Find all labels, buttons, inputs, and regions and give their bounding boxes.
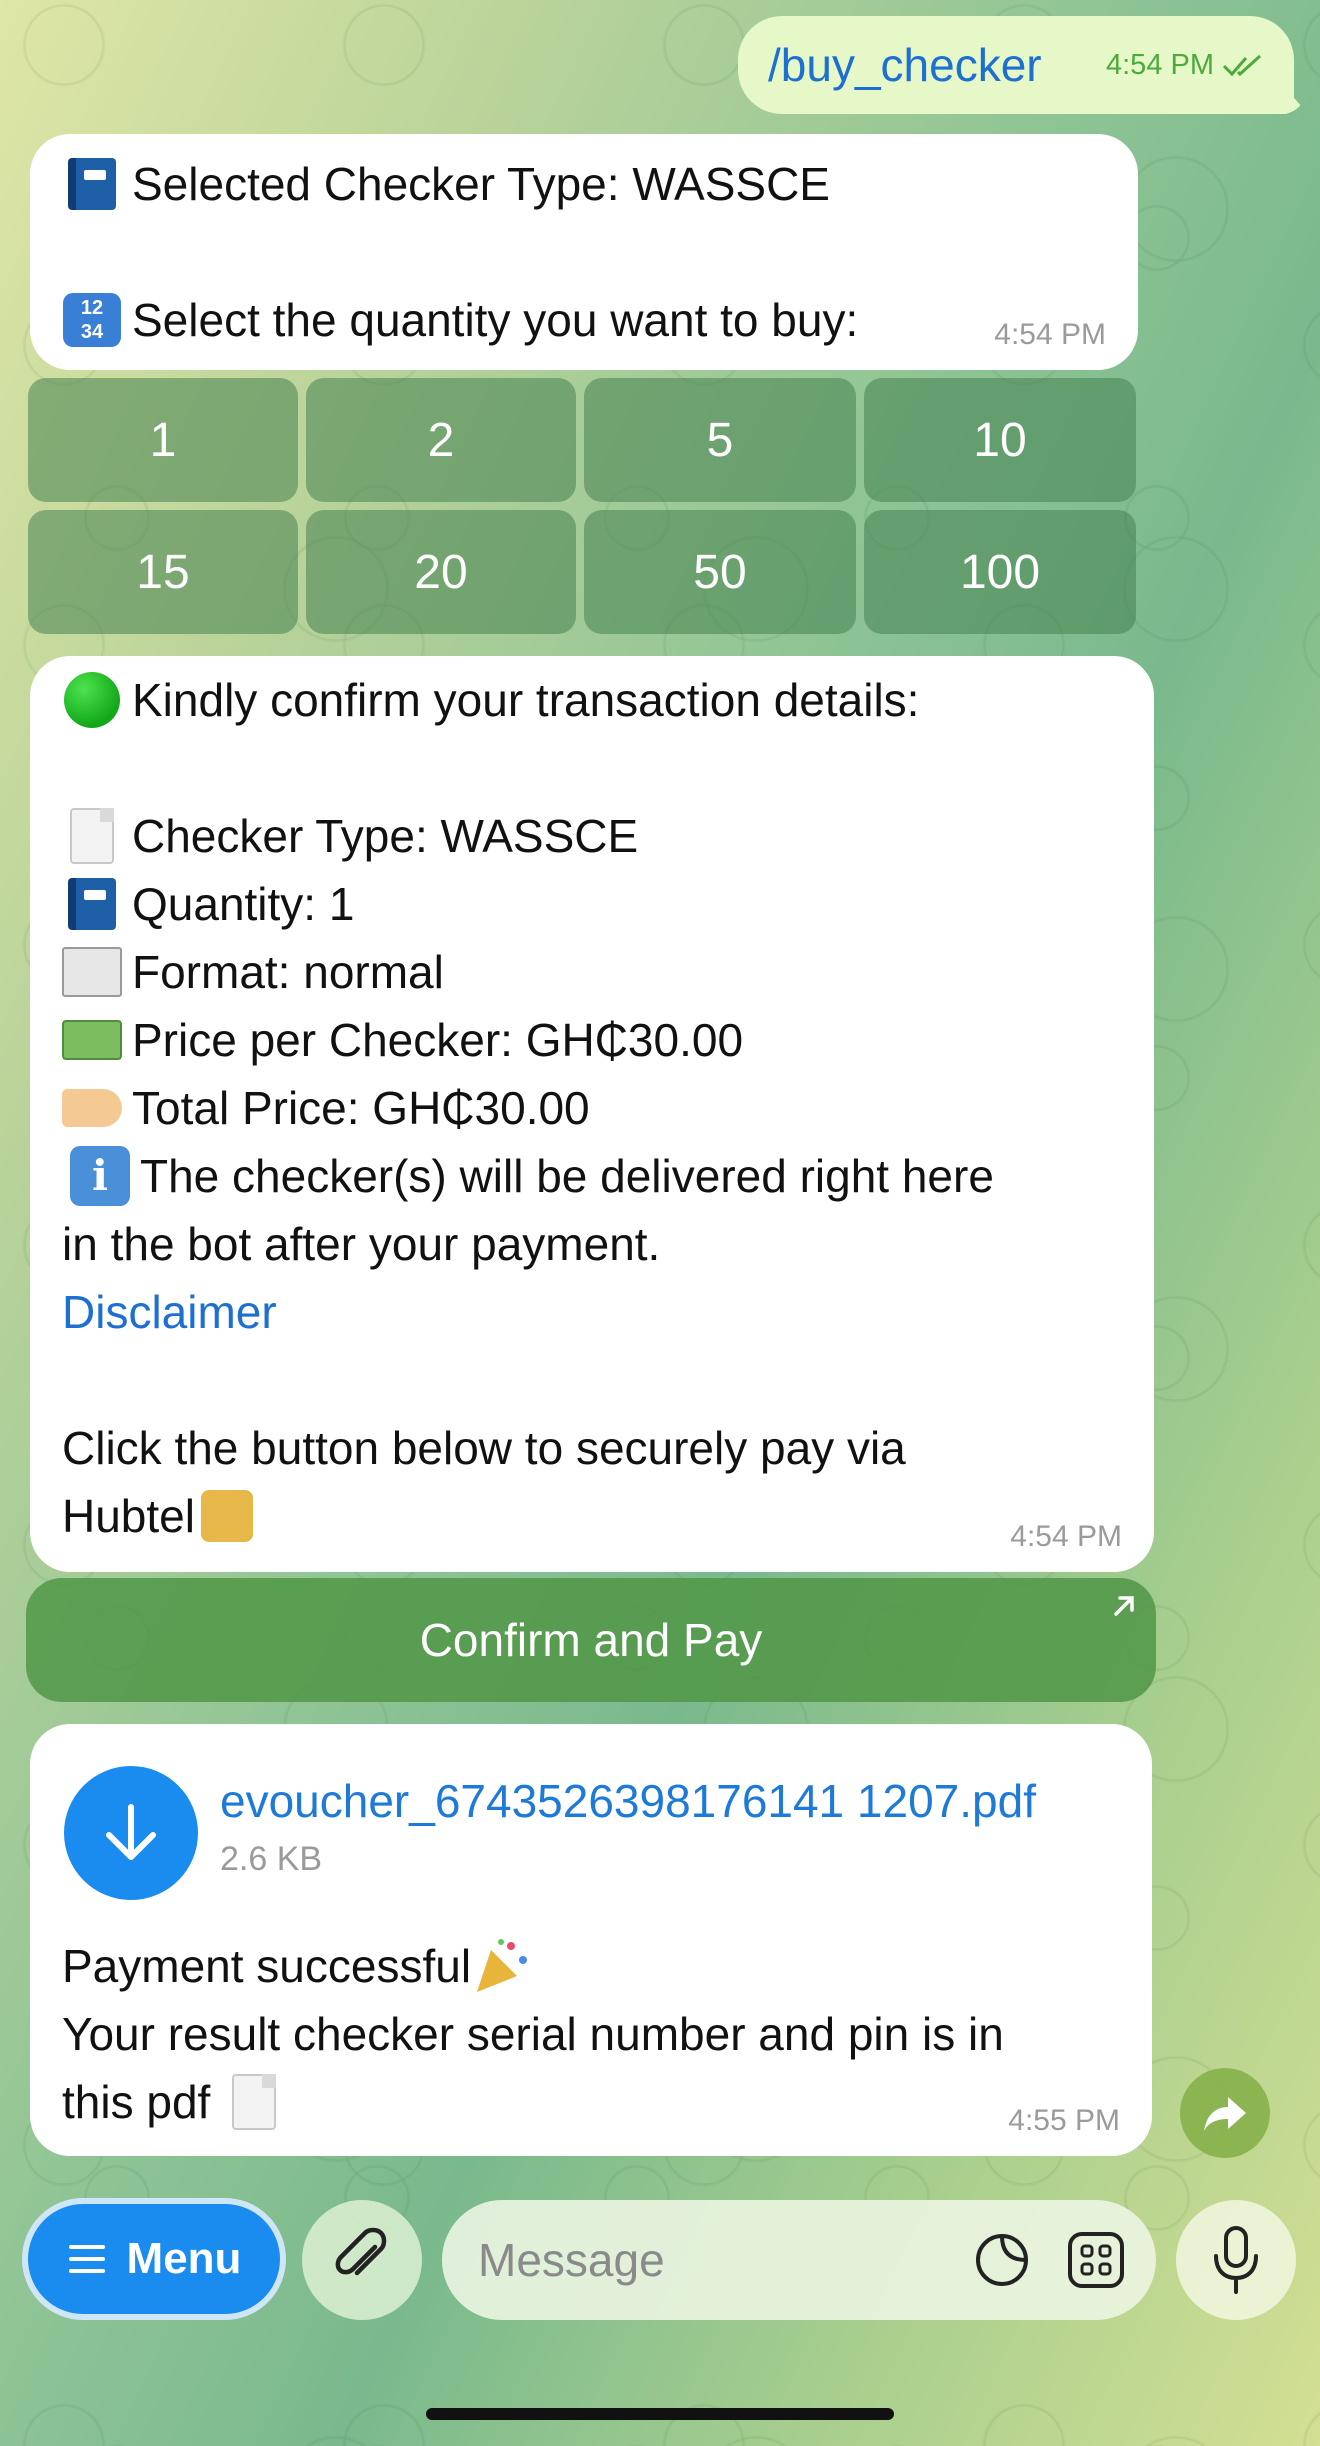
download-arrow-icon (106, 1804, 156, 1860)
party-popper-icon (471, 1939, 531, 1993)
numbers-icon: 12 34 (62, 293, 122, 347)
message-meta: 4:54 PM (1106, 49, 1264, 82)
share-button[interactable] (1180, 2068, 1270, 2158)
forward-arrow-icon (1204, 2097, 1246, 2131)
checker-type-text: Checker Type: WASSCE (132, 810, 639, 862)
paperclip-icon (335, 2227, 387, 2276)
bot-message-quantity[interactable]: Selected Checker Type: WASSCE 12 34 Selec… (30, 134, 1138, 370)
disclaimer-link[interactable]: Disclaimer (62, 1278, 277, 1346)
delivery-info-text-cont: in the bot after your payment. (62, 1218, 661, 1270)
message-input[interactable]: Message (442, 2200, 1156, 2320)
pdf-info-text: Your result checker serial number and pi… (62, 2008, 1004, 2060)
lock-key-icon (200, 1490, 253, 1542)
delivery-info-text: The checker(s) will be delivered right h… (140, 1150, 994, 1202)
download-button[interactable] (64, 1766, 198, 1900)
message-time: 4:55 PM (1008, 2104, 1120, 2137)
money-icon (62, 1013, 122, 1067)
microphone-icon (1214, 2226, 1258, 2294)
bot-message-payment[interactable]: evoucher_6743526398176141 1207.pdf 2.6 K… (30, 1724, 1152, 2156)
voice-record-button[interactable] (1176, 2200, 1296, 2320)
command-link[interactable]: /buy_checker (768, 38, 1042, 92)
double-check-icon (1222, 54, 1262, 77)
menu-button[interactable]: Menu (22, 2198, 286, 2320)
quantity-button-15[interactable]: 15 (28, 510, 298, 634)
outgoing-message-bubble[interactable]: /buy_checker 4:54 PM (738, 16, 1294, 114)
blue-book-icon (62, 877, 122, 931)
sticker-icon[interactable] (970, 2228, 1034, 2292)
price-tag-icon (62, 1081, 122, 1135)
quantity-button-100[interactable]: 100 (864, 510, 1136, 634)
quantity-button-20[interactable]: 20 (306, 510, 576, 634)
quantity-button-1[interactable]: 1 (28, 378, 298, 502)
confirm-and-pay-button[interactable]: Confirm and Pay (26, 1578, 1156, 1702)
file-name-link[interactable]: evoucher_6743526398176141 1207.pdf (220, 1774, 1036, 1828)
document-icon (62, 808, 122, 864)
quantity-button-10[interactable]: 10 (864, 378, 1136, 502)
select-quantity-text: Select the quantity you want to buy: (132, 294, 859, 346)
pay-instruction-text: Click the button below to securely pay v… (62, 1422, 906, 1474)
payment-success-text: Payment successful (62, 1940, 472, 1992)
bot-apps-icon[interactable] (1064, 2228, 1128, 2292)
message-time: 4:54 PM (1010, 1520, 1122, 1553)
selected-type-text: Selected Checker Type: WASSCE (132, 158, 830, 210)
total-price-text: Total Price: GH₵30.00 (132, 1082, 590, 1134)
attach-button[interactable] (302, 2200, 422, 2320)
home-indicator[interactable] (426, 2408, 894, 2420)
bot-message-confirm[interactable]: Kindly confirm your transaction details:… (30, 656, 1154, 1572)
quantity-text: Quantity: 1 (132, 878, 355, 930)
blue-book-icon (62, 157, 122, 211)
document-icon (224, 2074, 284, 2130)
pay-instruction-text-cont: Hubtel (62, 1490, 195, 1542)
message-time: 4:54 PM (994, 318, 1106, 351)
quantity-button-50[interactable]: 50 (584, 510, 856, 634)
hamburger-icon (68, 2245, 105, 2273)
message-time: 4:54 PM (1106, 48, 1214, 81)
price-per-text: Price per Checker: GH₵30.00 (132, 1014, 744, 1066)
confirm-header-text: Kindly confirm your transaction details: (132, 674, 920, 726)
newspaper-icon (62, 945, 122, 999)
external-link-arrow-icon (1114, 1596, 1134, 1616)
quantity-button-5[interactable]: 5 (584, 378, 856, 502)
green-circle-icon (62, 672, 122, 728)
quantity-button-2[interactable]: 2 (306, 378, 576, 502)
format-text: Format: normal (132, 946, 444, 998)
info-icon: i (70, 1146, 130, 1206)
pdf-info-text-cont: this pdf (62, 2076, 211, 2128)
file-size: 2.6 KB (220, 1840, 323, 1878)
